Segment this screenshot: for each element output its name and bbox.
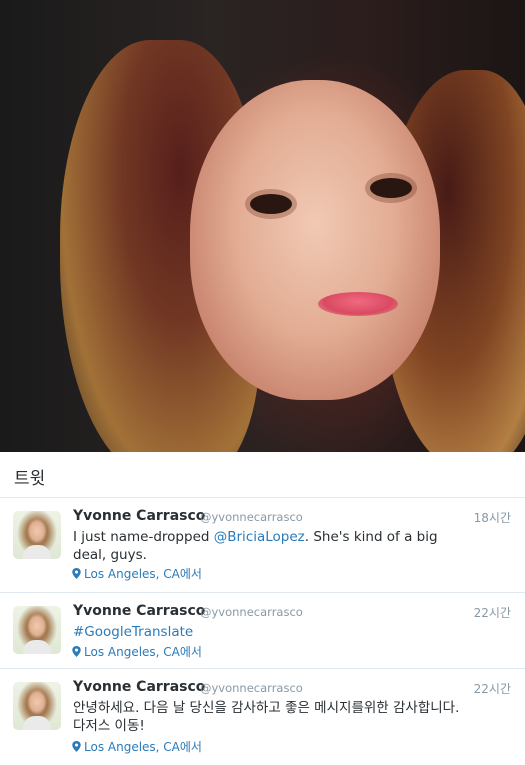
avatar[interactable] [13,511,61,559]
face-shape [190,80,440,400]
map-pin-icon [72,568,81,579]
avatar[interactable] [13,606,61,654]
tweet-text-part: I just name-dropped [73,529,214,545]
eye-left-shape [250,194,292,214]
tweet-location[interactable]: Los Angeles, CA에서 [72,643,202,660]
tweet-item[interactable]: Yvonne Carrasco @yvonnecarrasco 18시간 I j… [0,498,525,593]
tweet-author-handle[interactable]: @yvonnecarrasco [200,510,303,524]
tweet-text: #GoogleTranslate [73,623,473,641]
avatar[interactable] [13,682,61,730]
tweets-section-header: 트윗 [0,452,525,498]
tweet-item[interactable]: Yvonne Carrasco @yvonnecarrasco 22시간 안녕하… [0,669,525,765]
tweet-location-label: Los Angeles, CA에서 [84,567,202,581]
map-pin-icon [72,646,81,657]
tweet-author-name[interactable]: Yvonne Carrasco [73,679,205,695]
tweet-author-handle[interactable]: @yvonnecarrasco [200,605,303,619]
tweet-location[interactable]: Los Angeles, CA에서 [72,738,202,755]
tweet-text: I just name-dropped @BriciaLopez. She's … [73,528,473,564]
tweet-timestamp[interactable]: 22시간 [474,680,511,697]
tweet-author-name[interactable]: Yvonne Carrasco [73,603,205,619]
tweet-timestamp[interactable]: 18시간 [474,509,511,526]
hashtag-link[interactable]: #GoogleTranslate [73,624,193,640]
tweet-location-label: Los Angeles, CA에서 [84,645,202,659]
tweet-location-label: Los Angeles, CA에서 [84,740,202,754]
tweet-author-name[interactable]: Yvonne Carrasco [73,508,205,524]
lips-shape [318,292,398,316]
tweet-author-handle[interactable]: @yvonnecarrasco [200,681,303,695]
mention-link[interactable]: @BriciaLopez [214,529,305,545]
eye-right-shape [370,178,412,198]
tweet-location[interactable]: Los Angeles, CA에서 [72,565,202,582]
map-pin-icon [72,741,81,752]
tweet-text: 안녕하세요. 다음 날 당신을 감사하고 좋은 메시지를위한 감사합니다. 다저… [73,700,460,734]
tweet-item[interactable]: Yvonne Carrasco @yvonnecarrasco 22시간 #Go… [0,593,525,669]
section-title: 트윗 [14,469,46,489]
tweet-timestamp[interactable]: 22시간 [474,604,511,621]
profile-header-photo [0,0,525,452]
